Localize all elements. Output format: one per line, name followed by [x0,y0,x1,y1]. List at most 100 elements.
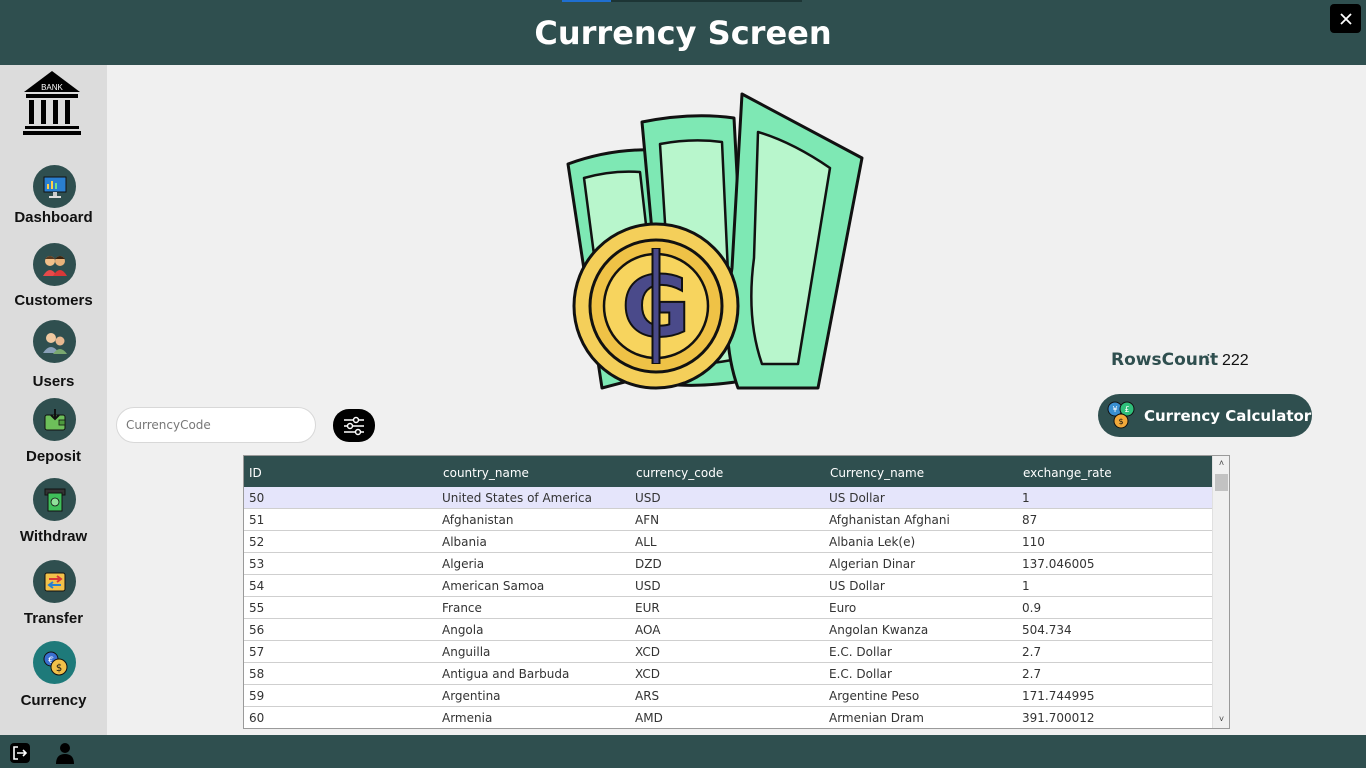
column-header-exchange-rate[interactable]: exchange_rate [1023,466,1112,480]
table-cell: 110 [1022,535,1045,549]
currency-code-search-input[interactable] [116,407,316,443]
close-icon [1339,12,1352,25]
sidebar-item-currency[interactable]: € $ Currency [0,641,107,709]
sidebar-item-customers[interactable]: Customers [0,243,107,309]
table-cell: 2.7 [1022,667,1042,681]
currency-icon-circle: € $ [33,641,76,684]
transfer-icon-circle [33,560,76,603]
sidebar-item-dashboard[interactable]: Dashboard [0,165,107,227]
sidebar-item-label: Currency [20,692,87,709]
dashboard-icon [43,176,66,198]
table-cell: E.C. Dollar [829,645,892,659]
sidebar-item-label: Withdraw [19,528,88,545]
table-cell: Angolan Kwanza [829,623,929,637]
table-cell: Afghanistan [442,513,514,527]
footer-bar [0,735,1366,768]
svg-text:$: $ [1118,417,1123,426]
table-row[interactable]: 57 Anguilla XCD E.C. Dollar 2.7 [244,641,1212,663]
table-cell: XCD [635,667,660,681]
table-cell: 504.734 [1022,623,1072,637]
header-accent-active [562,0,611,2]
table-vertical-scrollbar[interactable]: ˄ ˅ [1212,456,1229,728]
table-row[interactable]: 52 Albania ALL Albania Lek(e) 110 [244,531,1212,553]
current-user-button[interactable] [54,742,76,764]
table-cell: 58 [249,667,265,681]
table-cell: AMD [635,711,663,725]
table-row[interactable]: 59 Argentina ARS Argentine Peso 171.744995 [244,685,1212,707]
filter-sliders-icon [344,416,364,435]
transfer-icon [44,572,65,591]
column-header-currency-name[interactable]: Currency_name [830,466,924,480]
table-cell: 56 [249,623,265,637]
currency-calculator-button[interactable]: ¥ £ $ Currency Calculator [1098,394,1312,437]
column-header-id[interactable]: ID [249,466,262,480]
table-cell: 60 [249,711,265,725]
table-cell: Euro [829,601,857,615]
column-header-currency-code[interactable]: currency_code [636,466,723,480]
table-row[interactable]: 58 Antigua and Barbuda XCD E.C. Dollar 2.7 [244,663,1212,685]
table-row[interactable]: 50 United States of America USD US Dollar 1 [244,487,1212,509]
filter-button[interactable] [333,409,375,442]
sidebar-item-deposit[interactable]: Deposit [0,398,107,465]
svg-text:$: $ [55,663,61,674]
table-cell: Armenia [442,711,493,725]
table-row[interactable]: 54 American Samoa USD US Dollar 1 [244,575,1212,597]
table-cell: 52 [249,535,265,549]
sidebar-item-label: Deposit [25,448,81,465]
deposit-icon [44,408,65,430]
table-cell: Antigua and Barbuda [442,667,570,681]
svg-text:£: £ [1124,405,1129,414]
sidebar-item-label: Users [32,373,75,390]
table-cell: 59 [249,689,265,703]
currency-calculator-label: Currency Calculator [1144,407,1312,425]
table-row[interactable]: 60 Armenia AMD Armenian Dram 391.700012 [244,707,1212,728]
table-cell: 391.700012 [1022,711,1095,725]
table-cell: ALL [635,535,657,549]
sidebar-item-label: Customers [14,292,93,309]
close-button[interactable] [1330,4,1361,33]
deposit-icon-circle [33,398,76,441]
logout-button[interactable] [9,742,31,764]
scroll-up-arrow-icon[interactable]: ˄ [1216,458,1227,469]
table-cell: 1 [1022,579,1030,593]
scroll-down-arrow-icon[interactable]: ˅ [1216,714,1227,725]
table-row[interactable]: 55 France EUR Euro 0.9 [244,597,1212,619]
withdraw-icon-circle [33,478,76,521]
table-cell: 1 [1022,491,1030,505]
table-cell: Albania Lek(e) [829,535,916,549]
table-row[interactable]: 53 Algeria DZD Algerian Dinar 137.046005 [244,553,1212,575]
bank-logo-icon: BANK [23,71,81,135]
withdraw-icon [44,488,65,511]
sidebar-item-label: Dashboard [14,209,93,226]
table-cell: 87 [1022,513,1038,527]
rows-count-label: RowsCount [1111,350,1219,370]
table-cell: Albania [442,535,487,549]
table-cell: E.C. Dollar [829,667,892,681]
table-cell: Argentina [442,689,501,703]
column-header-country-name[interactable]: country_name [443,466,529,480]
currency-icon: € $ [43,651,67,675]
sidebar: BANK Dashboard Customers Users Deposit W… [0,65,107,735]
table-cell: XCD [635,645,660,659]
table-cell: USD [635,491,661,505]
currency-table[interactable]: ID country_name currency_code Currency_n… [243,455,1230,729]
table-row[interactable]: 51 Afghanistan AFN Afghanistan Afghani 87 [244,509,1212,531]
table-cell: 50 [249,491,265,505]
table-cell: 2.7 [1022,645,1042,659]
table-cell: USD [635,579,661,593]
table-cell: AOA [635,623,661,637]
table-cell: Armenian Dram [829,711,924,725]
table-row[interactable]: 56 Angola AOA Angolan Kwanza 504.734 [244,619,1212,641]
scrollbar-thumb[interactable] [1215,474,1228,491]
table-cell: Angola [442,623,484,637]
customers-icon [42,255,67,276]
table-body: 50 United States of America USD US Dollar 1 … [244,487,1212,728]
table-cell: US Dollar [829,491,885,505]
sidebar-item-users[interactable]: Users [0,320,107,390]
table-cell: France [442,601,482,615]
logout-icon [10,743,30,763]
sidebar-item-transfer[interactable]: Transfer [0,560,107,628]
table-cell: Argentine Peso [829,689,920,703]
table-cell: 53 [249,557,265,571]
sidebar-item-withdraw[interactable]: Withdraw [0,478,107,546]
